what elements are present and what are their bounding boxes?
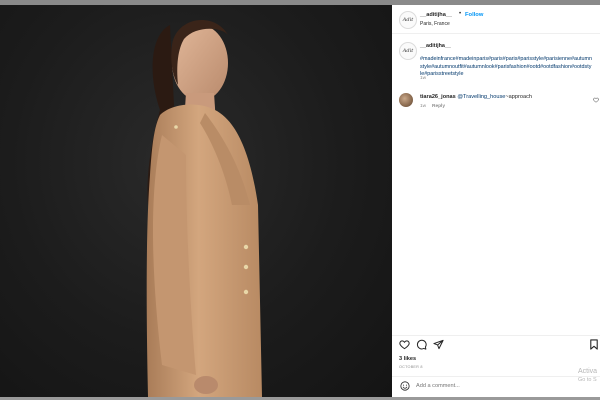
bookmark-icon[interactable] (589, 339, 599, 350)
comment-text-line: tiara26_jonas @Travelling_house~approach (420, 94, 532, 100)
likes-count[interactable]: 3 likes (399, 356, 416, 362)
comment-reply-link[interactable]: Reply (432, 104, 445, 109)
activate-windows-watermark: Activa (578, 368, 598, 375)
comment-icon[interactable] (416, 339, 427, 350)
comment-body: ~approach (505, 94, 532, 100)
add-comment-input[interactable] (416, 381, 566, 391)
author-username[interactable]: __aditijha__ (420, 12, 452, 18)
heart-icon[interactable] (399, 339, 410, 350)
like-comment-heart-icon[interactable] (593, 97, 599, 103)
share-icon[interactable] (433, 339, 444, 350)
caption-username[interactable]: __aditijha__ (420, 43, 451, 49)
emoji-icon[interactable] (400, 381, 410, 391)
caption-timestamp: 1w (420, 76, 427, 81)
post-location[interactable]: Paris, France (420, 21, 450, 27)
caption-author-avatar[interactable]: Adit (399, 42, 417, 60)
comment-mention[interactable]: @Travelling_house (457, 94, 505, 100)
model-illustration (146, 20, 262, 397)
follow-button[interactable]: Follow (465, 12, 483, 18)
separator-dot: • (459, 11, 462, 17)
post-header: Adit __aditijha__ • Follow Paris, France (392, 5, 600, 34)
activate-windows-watermark-sub: Go to S (578, 377, 597, 383)
author-avatar[interactable]: Adit (399, 11, 417, 29)
comment-timestamp: 1w (420, 104, 427, 109)
commenter-username[interactable]: tiara26_jonas (420, 94, 456, 100)
post-date: OCTOBER 8 (399, 365, 423, 369)
caption-hashtags[interactable]: #madeinfrance#madeinparis#paris#paris#pa… (420, 56, 592, 79)
commenter-avatar[interactable] (399, 93, 413, 107)
post-photo[interactable] (0, 5, 392, 397)
post-side-panel: Adit __aditijha__ • Follow Paris, France… (392, 5, 600, 397)
